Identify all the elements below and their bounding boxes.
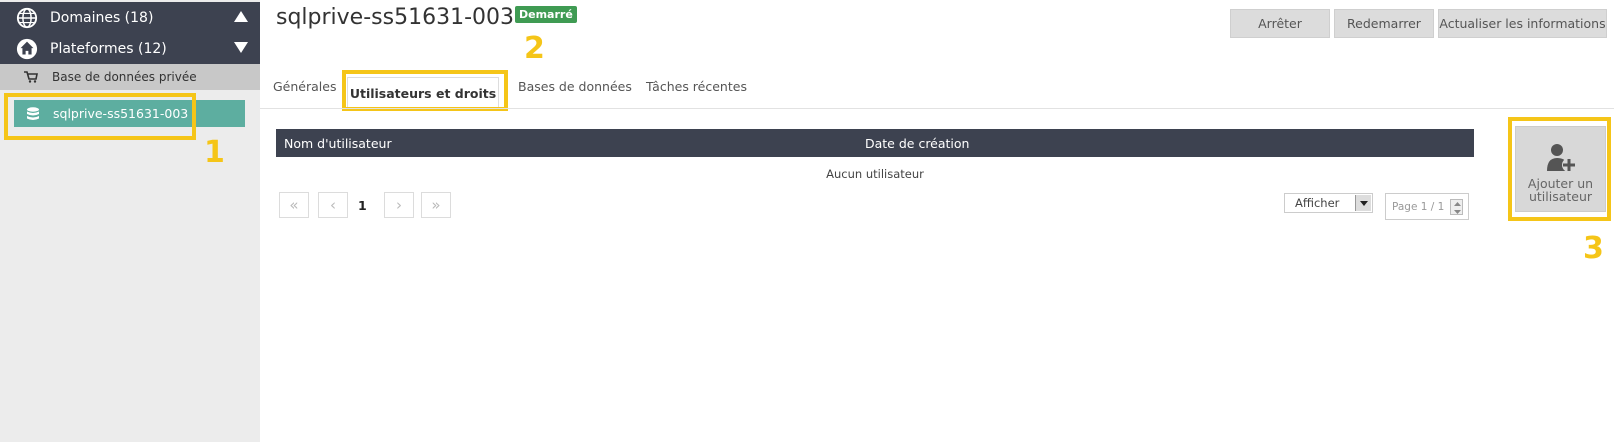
first-page-button[interactable]: « [279,192,309,218]
current-page-number[interactable]: 1 [358,198,367,213]
globe-icon [16,7,38,28]
refresh-info-button[interactable]: Actualiser les informations [1438,9,1607,38]
prev-page-button[interactable]: ‹ [318,192,348,218]
callout-box-1 [4,93,196,140]
column-username[interactable]: Nom d'utilisateur [284,136,392,151]
stop-button[interactable]: Arrêter [1230,9,1330,38]
chevron-left-icon: ‹ [330,196,336,214]
callout-number-2: 2 [524,31,545,66]
users-table-header: Nom d'utilisateur Date de création [276,129,1474,157]
page-spinner-icon[interactable] [1450,199,1463,215]
page-indicator-text: Page 1 / 1 [1392,201,1445,213]
callout-number-1: 1 [204,135,225,170]
chevron-right-icon: › [396,196,402,214]
sidebar: Domaines (18) Plateformes (12) Base de d… [0,0,260,442]
shopping-cart-icon [24,71,38,83]
tab-recent-tasks[interactable]: Tâches récentes [646,79,747,94]
double-chevron-right-icon: » [431,196,441,214]
domains-section-label: Domaines (18) [50,9,154,26]
tab-general[interactable]: Générales [273,79,336,94]
domains-section-header[interactable]: Domaines (18) [0,2,260,33]
empty-table-message: Aucun utilisateur [826,167,924,181]
expand-arrow-down-icon[interactable] [234,42,248,53]
restart-button[interactable]: Redemarrer [1334,9,1434,38]
last-page-button[interactable]: » [421,192,451,218]
page-indicator-input[interactable]: Page 1 / 1 [1385,193,1469,220]
double-chevron-left-icon: « [289,196,299,214]
sidebar-subcategory-private-db[interactable]: Base de données privée [0,64,260,90]
platforms-section-header[interactable]: Plateformes (12) [0,33,260,64]
page-title: sqlprive-ss51631-003 [276,5,514,30]
status-badge: Demarré [515,6,577,23]
page-size-label: Afficher [1295,196,1340,210]
page-size-select[interactable]: Afficher [1284,193,1373,213]
platforms-section-label: Plateformes (12) [50,40,167,57]
home-icon [16,38,38,59]
column-creation-date[interactable]: Date de création [865,136,969,151]
dropdown-arrow-icon[interactable] [1355,195,1371,211]
tab-divider [260,108,1614,109]
callout-box-3 [1508,117,1611,221]
tab-databases[interactable]: Bases de données [518,79,632,94]
sidebar-subcategory-label: Base de données privée [52,70,197,84]
collapse-arrow-up-icon[interactable] [234,11,248,22]
next-page-button[interactable]: › [384,192,414,218]
callout-number-3: 3 [1583,231,1604,266]
callout-box-2 [342,70,508,111]
